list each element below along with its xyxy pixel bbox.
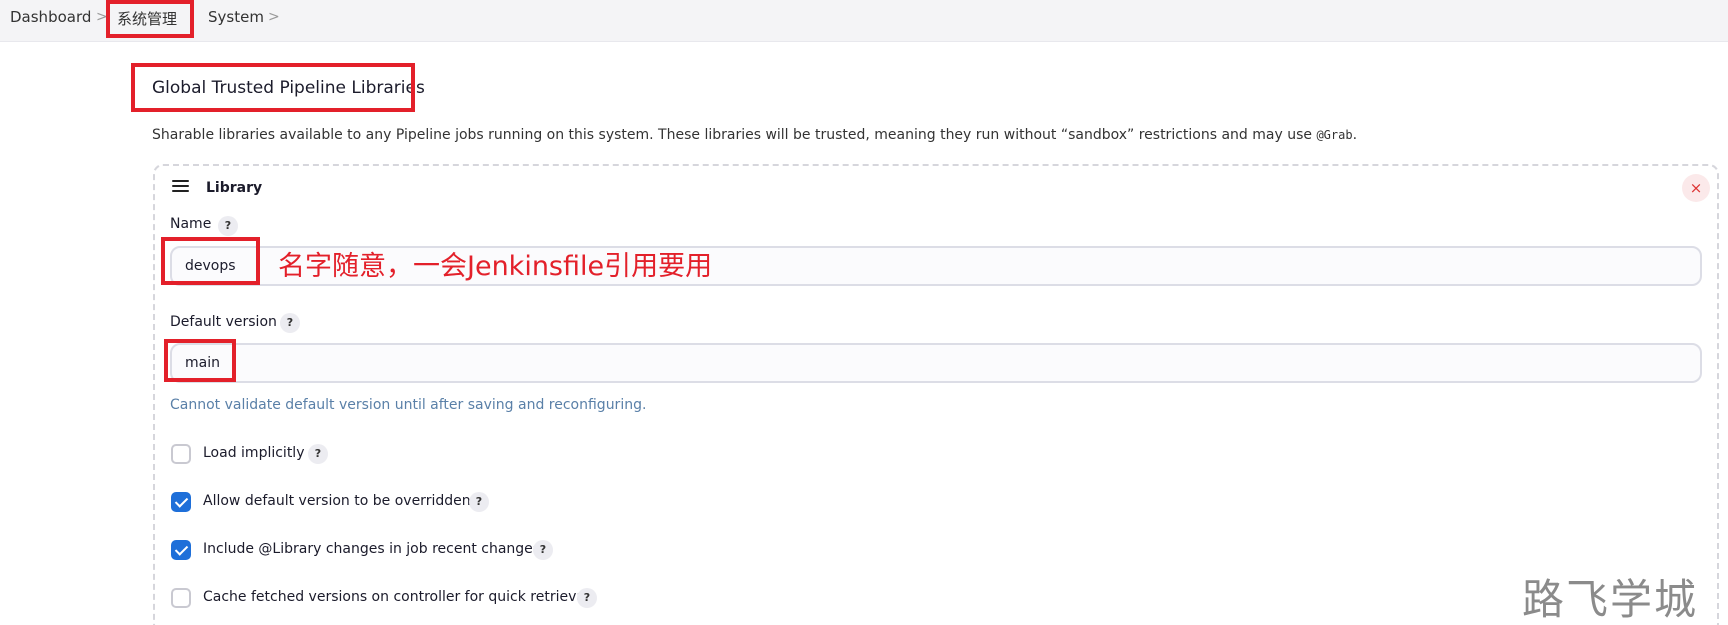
section-title: Global Trusted Pipeline Libraries	[152, 78, 425, 98]
include-library-changes-checkbox[interactable]	[171, 540, 191, 560]
name-label: Name	[170, 216, 212, 232]
default-version-label: Default version	[170, 314, 277, 330]
annotation-note: 名字随意，一会Jenkinsfile引用要用	[278, 251, 713, 282]
allow-override-label[interactable]: Allow default version to be overridden	[203, 493, 471, 509]
validation-note: Cannot validate default version until af…	[170, 397, 647, 413]
library-card-title: Library	[206, 180, 263, 196]
section-description-suffix: .	[1352, 127, 1358, 143]
breadcrumb-system[interactable]: System	[208, 8, 264, 26]
cache-versions-label[interactable]: Cache fetched versions on controller for…	[203, 589, 589, 605]
breadcrumb-separator: >	[96, 9, 108, 25]
load-implicitly-checkbox[interactable]	[171, 444, 191, 464]
cache-versions-checkbox[interactable]	[171, 588, 191, 608]
page: Dashboard > 系统管理 System > Global Trusted…	[0, 0, 1728, 625]
include-library-changes-label[interactable]: Include @Library changes in job recent c…	[203, 541, 540, 557]
help-icon[interactable]: ?	[577, 588, 597, 608]
help-icon[interactable]: ?	[308, 444, 328, 464]
breadcrumb: Dashboard > 系统管理 System >	[0, 0, 1728, 42]
load-implicitly-label[interactable]: Load implicitly	[203, 445, 304, 461]
watermark-logo: 路飞学城	[1522, 575, 1699, 624]
breadcrumb-dashboard[interactable]: Dashboard	[10, 8, 91, 26]
close-icon[interactable]: ×	[1682, 174, 1710, 202]
section-description-text: Sharable libraries available to any Pipe…	[152, 127, 1317, 143]
default-version-input[interactable]	[170, 343, 1702, 383]
breadcrumb-system-admin[interactable]: 系统管理	[117, 8, 177, 29]
help-icon[interactable]: ?	[469, 492, 489, 512]
drag-handle-icon[interactable]	[172, 180, 189, 194]
help-icon[interactable]: ?	[218, 216, 238, 236]
breadcrumb-separator: >	[268, 9, 280, 25]
help-icon[interactable]: ?	[280, 313, 300, 333]
section-description: Sharable libraries available to any Pipe…	[152, 127, 1357, 143]
section-description-code: @Grab	[1316, 128, 1353, 142]
allow-override-checkbox[interactable]	[171, 492, 191, 512]
help-icon[interactable]: ?	[533, 540, 553, 560]
